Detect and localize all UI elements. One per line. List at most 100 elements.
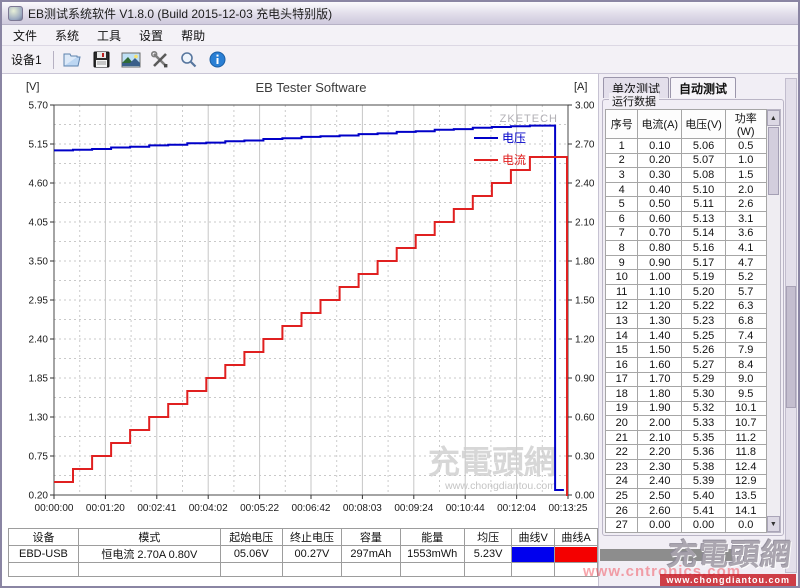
- menu-item-2[interactable]: 工具: [88, 25, 130, 46]
- run-table-cell: 0.90: [638, 255, 682, 270]
- run-table-cell: 11.2: [725, 430, 766, 445]
- run-table-cell: 7.9: [725, 343, 766, 358]
- run-table-row[interactable]: 131.305.236.8: [606, 314, 767, 329]
- menu-item-0[interactable]: 文件: [4, 25, 46, 46]
- run-table-cell: 5.26: [682, 343, 726, 358]
- run-table-row[interactable]: 151.505.267.9: [606, 343, 767, 358]
- svg-text:00:13:25: 00:13:25: [549, 503, 588, 514]
- main-area: EB Tester Software[V][A]5.705.154.604.05…: [2, 74, 798, 588]
- svg-text:5.15: 5.15: [29, 140, 49, 151]
- run-table-row[interactable]: 161.605.278.4: [606, 357, 767, 372]
- svg-text:00:09:24: 00:09:24: [394, 503, 433, 514]
- run-table-row[interactable]: 191.905.3210.1: [606, 401, 767, 416]
- run-table-cell: 2.00: [638, 416, 682, 431]
- run-data-table-wrap: 序号电流(A)电压(V)功率(W)10.105.060.520.205.071.…: [605, 109, 781, 533]
- run-table-row[interactable]: 101.005.195.2: [606, 270, 767, 285]
- run-table-cell: 26: [606, 503, 638, 518]
- horizontal-scroll-thumb[interactable]: [600, 549, 732, 561]
- run-table-cell: 15: [606, 343, 638, 358]
- run-table-cell: 0.30: [638, 168, 682, 183]
- summary-cell: 恒电流 2.70A 0.80V: [78, 546, 220, 563]
- run-table-row[interactable]: 202.005.3310.7: [606, 416, 767, 431]
- svg-text:5.70: 5.70: [29, 101, 49, 112]
- run-table-cell: 1.50: [638, 343, 682, 358]
- summary-empty-cell: [464, 563, 511, 577]
- run-table-cell: 6.8: [725, 314, 766, 329]
- table-scrollbar[interactable]: ▲ ▼: [767, 109, 781, 533]
- run-table-row[interactable]: 80.805.164.1: [606, 241, 767, 256]
- run-table-cell: 5.06: [682, 139, 726, 154]
- run-table-row[interactable]: 181.805.309.5: [606, 387, 767, 402]
- menu-item-3[interactable]: 设置: [130, 25, 172, 46]
- svg-text:[A]: [A]: [574, 81, 587, 93]
- run-table-row[interactable]: 252.505.4013.5: [606, 489, 767, 504]
- run-table-row[interactable]: 20.205.071.0: [606, 153, 767, 168]
- summary-col-header: 均压: [464, 529, 511, 546]
- run-table-row[interactable]: 10.105.060.5: [606, 139, 767, 154]
- run-table-cell: 12.4: [725, 460, 766, 475]
- run-table-cell: 5.40: [682, 489, 726, 504]
- run-table-row[interactable]: 171.705.299.0: [606, 372, 767, 387]
- run-table-cell: 9.0: [725, 372, 766, 387]
- run-table-row[interactable]: 50.505.112.6: [606, 197, 767, 212]
- device-selector[interactable]: 设备1: [6, 51, 47, 68]
- title-bar[interactable]: EB测试系统软件 V1.8.0 (Build 2015-12-03 充电头特别版…: [2, 2, 798, 25]
- run-table-row[interactable]: 242.405.3912.9: [606, 474, 767, 489]
- run-table-row[interactable]: 90.905.174.7: [606, 255, 767, 270]
- run-table-cell: 5.38: [682, 460, 726, 475]
- run-table-row[interactable]: 212.105.3511.2: [606, 430, 767, 445]
- run-data-group: 运行数据 序号电流(A)电压(V)功率(W)10.105.060.520.205…: [602, 99, 784, 536]
- tools-button[interactable]: [147, 48, 173, 71]
- scroll-track[interactable]: [767, 196, 780, 516]
- summary-col-header: 终止电压: [282, 529, 342, 546]
- svg-text:ZKETECH: ZKETECH: [500, 113, 558, 125]
- svg-text:2.10: 2.10: [575, 218, 595, 229]
- scroll-thumb[interactable]: [768, 127, 779, 195]
- info-icon: [209, 51, 226, 68]
- run-table-row[interactable]: 70.705.143.6: [606, 226, 767, 241]
- zoom-button[interactable]: [176, 48, 202, 71]
- run-table-row[interactable]: 222.205.3611.8: [606, 445, 767, 460]
- summary-empty-cell: [342, 563, 400, 577]
- run-table-row[interactable]: 111.105.205.7: [606, 284, 767, 299]
- run-table-row[interactable]: 270.000.000.0: [606, 518, 767, 533]
- info-button[interactable]: [205, 48, 231, 71]
- run-table-row[interactable]: 141.405.257.4: [606, 328, 767, 343]
- scroll-up-button[interactable]: ▲: [767, 110, 780, 126]
- run-table-row[interactable]: 40.405.102.0: [606, 182, 767, 197]
- run-table-row[interactable]: 30.305.081.5: [606, 168, 767, 183]
- svg-text:0.00: 0.00: [575, 491, 595, 502]
- summary-empty-cell: [282, 563, 342, 577]
- run-table-row[interactable]: 232.305.3812.4: [606, 460, 767, 475]
- run-table-row[interactable]: 262.605.4114.1: [606, 503, 767, 518]
- run-table-cell: 5.29: [682, 372, 726, 387]
- run-table-cell: 5.19: [682, 270, 726, 285]
- curve-a-swatch[interactable]: [555, 546, 598, 563]
- run-table-cell: 1.90: [638, 401, 682, 416]
- zoom-icon: [180, 51, 197, 68]
- curve-v-swatch[interactable]: [512, 546, 555, 563]
- run-table-cell: 0.0: [725, 518, 766, 533]
- run-table-row[interactable]: 121.205.226.3: [606, 299, 767, 314]
- panel-scrollbar[interactable]: [785, 78, 797, 573]
- run-table-header: 序号电流(A)电压(V)功率(W): [606, 110, 767, 139]
- run-table-cell: 8: [606, 241, 638, 256]
- svg-text:[V]: [V]: [26, 81, 39, 93]
- scroll-down-button[interactable]: ▼: [767, 516, 780, 532]
- run-table-cell: 6.3: [725, 299, 766, 314]
- menu-item-4[interactable]: 帮助: [172, 25, 214, 46]
- app-icon: [8, 6, 23, 21]
- open-file-button[interactable]: [60, 48, 86, 71]
- open-file-icon: [63, 52, 83, 68]
- menu-item-1[interactable]: 系统: [46, 25, 88, 46]
- run-table-cell: 0.50: [638, 197, 682, 212]
- run-table-row[interactable]: 60.605.133.1: [606, 211, 767, 226]
- tab-auto-test[interactable]: 自动测试: [670, 77, 736, 98]
- summary-cell: EBD-USB: [9, 546, 79, 563]
- save-icon: [93, 51, 110, 68]
- save-button[interactable]: [89, 48, 115, 71]
- run-table-cell: 5.35: [682, 430, 726, 445]
- panel-scroll-thumb[interactable]: [786, 286, 796, 408]
- run-table-cell: 13: [606, 314, 638, 329]
- export-image-button[interactable]: [118, 48, 144, 71]
